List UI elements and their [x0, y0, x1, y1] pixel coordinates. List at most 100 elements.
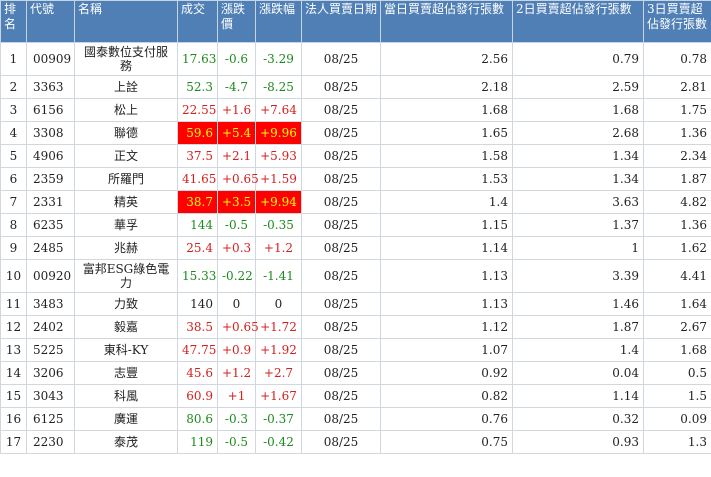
day1-ratio-cell: 1.13 [380, 292, 513, 316]
header-name[interactable]: 名稱 [74, 0, 178, 43]
percent-change-cell: +1.72 [255, 315, 302, 339]
day1-ratio-cell: 0.75 [380, 430, 513, 454]
percent-change-cell: -0.42 [255, 430, 302, 454]
table-row[interactable]: 8 6235 華孚 144 -0.5 -0.35 08/25 1.15 1.37 1.36 [0, 213, 711, 237]
day3-ratio-cell: 1.3 [643, 430, 711, 454]
rank-cell: 10 [0, 259, 27, 293]
date-cell: 08/25 [301, 144, 381, 168]
price-cell: 45.6 [177, 361, 218, 385]
date-cell: 08/25 [301, 384, 381, 408]
price-cell: 60.9 [177, 384, 218, 408]
table-row[interactable]: 5 4906 正文 37.5 +2.1 +5.93 08/25 1.58 1.34 2.34 [0, 144, 711, 168]
header-day2[interactable]: 2日買賣超佔發行張數 [512, 0, 644, 43]
day1-ratio-cell: 1.15 [380, 213, 513, 237]
table-row[interactable]: 6 2359 所羅門 41.65 +0.65 +1.59 08/25 1.53 1.34 1.87 [0, 167, 711, 191]
percent-change-cell: -8.25 [255, 75, 302, 99]
day1-ratio-cell: 0.92 [380, 361, 513, 385]
day1-ratio-cell: 0.82 [380, 384, 513, 408]
table-row[interactable]: 1 00909 國泰數位支付服務 17.63 -0.6 -3.29 08/25 2.56 0.7… [0, 42, 711, 76]
stock-name-link[interactable]: 松上 [74, 98, 178, 122]
stock-code-cell: 3043 [26, 384, 75, 408]
stock-name-link[interactable]: 東科-KY [74, 338, 178, 362]
day2-ratio-cell: 1.68 [512, 98, 644, 122]
rank-cell: 8 [0, 213, 27, 237]
stock-code-cell: 4906 [26, 144, 75, 168]
date-cell: 08/25 [301, 236, 381, 260]
header-day3[interactable]: 3日買賣超佔發行張數 [643, 0, 711, 43]
stock-name-link[interactable]: 華孚 [74, 213, 178, 237]
day3-ratio-cell: 1.64 [643, 292, 711, 316]
table-row[interactable]: 9 2485 兆赫 25.4 +0.3 +1.2 08/25 1.14 1 1.62 [0, 236, 711, 260]
day1-ratio-cell: 1.58 [380, 144, 513, 168]
table-row[interactable]: 13 5225 東科-KY 47.75 +0.9 +1.92 08/25 1.07 1.4 1.6… [0, 338, 711, 362]
stock-name-link[interactable]: 廣運 [74, 407, 178, 431]
day1-ratio-cell: 1.14 [380, 236, 513, 260]
ranking-table: 排名 代號 名稱 成交 漲跌價 漲跌幅 法人買賣日期 當日買賣超佔發行張數 2日… [0, 0, 711, 454]
header-change[interactable]: 漲跌價 [217, 0, 256, 43]
stock-code-cell: 6156 [26, 98, 75, 122]
rank-cell: 16 [0, 407, 27, 431]
header-pct[interactable]: 漲跌幅 [255, 0, 302, 43]
stock-name-link[interactable]: 國泰數位支付服務 [74, 42, 178, 76]
day2-ratio-cell: 0.32 [512, 407, 644, 431]
table-row[interactable]: 14 3206 志豐 45.6 +1.2 +2.7 08/25 0.92 0.04 0.5 [0, 361, 711, 385]
stock-name-link[interactable]: 聯德 [74, 121, 178, 145]
stock-name-link[interactable]: 力致 [74, 292, 178, 316]
stock-code-cell: 2331 [26, 190, 75, 214]
table-row[interactable]: 3 6156 松上 22.55 +1.6 +7.64 08/25 1.68 1.68 1.75 [0, 98, 711, 122]
table-row[interactable]: 12 2402 毅嘉 38.5 +0.65 +1.72 08/25 1.12 1.87 2.67 [0, 315, 711, 339]
stock-name-link[interactable]: 毅嘉 [74, 315, 178, 339]
percent-change-cell: +9.96 [255, 121, 302, 145]
day3-ratio-cell: 0.5 [643, 361, 711, 385]
percent-change-cell: +1.59 [255, 167, 302, 191]
stock-name-link[interactable]: 富邦ESG綠色電力 [74, 259, 178, 293]
header-rank[interactable]: 排名 [0, 0, 27, 43]
rank-cell: 2 [0, 75, 27, 99]
day2-ratio-cell: 3.39 [512, 259, 644, 293]
price-cell: 25.4 [177, 236, 218, 260]
stock-code-cell: 3483 [26, 292, 75, 316]
rank-cell: 7 [0, 190, 27, 214]
rank-cell: 9 [0, 236, 27, 260]
date-cell: 08/25 [301, 292, 381, 316]
table-row[interactable]: 11 3483 力致 140 0 0 08/25 1.13 1.46 1.64 [0, 292, 711, 316]
percent-change-cell: -0.35 [255, 213, 302, 237]
table-row[interactable]: 17 2230 泰茂 119 -0.5 -0.42 08/25 0.75 0.93 1.3 [0, 430, 711, 454]
stock-name-link[interactable]: 所羅門 [74, 167, 178, 191]
price-cell: 38.5 [177, 315, 218, 339]
day3-ratio-cell: 1.36 [643, 121, 711, 145]
table-row[interactable]: 7 2331 精英 38.7 +3.5 +9.94 08/25 1.4 3.63 4.82 [0, 190, 711, 214]
stock-name-link[interactable]: 上詮 [74, 75, 178, 99]
price-cell: 37.5 [177, 144, 218, 168]
table-row[interactable]: 10 00920 富邦ESG綠色電力 15.33 -0.22 -1.41 08/25 1.13… [0, 259, 711, 293]
day2-ratio-cell: 0.79 [512, 42, 644, 76]
header-day1[interactable]: 當日買賣超佔發行張數 [380, 0, 513, 43]
stock-name-link[interactable]: 正文 [74, 144, 178, 168]
stock-name-link[interactable]: 科風 [74, 384, 178, 408]
stock-name-link[interactable]: 精英 [74, 190, 178, 214]
table-row[interactable]: 2 3363 上詮 52.3 -4.7 -8.25 08/25 2.18 2.59 2.81 [0, 75, 711, 99]
stock-name-link[interactable]: 兆赫 [74, 236, 178, 260]
percent-change-cell: +2.7 [255, 361, 302, 385]
rank-cell: 1 [0, 42, 27, 76]
price-cell: 144 [177, 213, 218, 237]
stock-code-cell: 6125 [26, 407, 75, 431]
day1-ratio-cell: 1.65 [380, 121, 513, 145]
day1-ratio-cell: 0.76 [380, 407, 513, 431]
percent-change-cell: +5.93 [255, 144, 302, 168]
table-row[interactable]: 16 6125 廣運 80.6 -0.3 -0.37 08/25 0.76 0.32 0.09 [0, 407, 711, 431]
change-cell: 0 [217, 292, 256, 316]
change-cell: +0.65 [217, 315, 259, 339]
table-row[interactable]: 4 3308 聯德 59.6 +5.4 +9.96 08/25 1.65 2.68 1.36 [0, 121, 711, 145]
table-row[interactable]: 15 3043 科風 60.9 +1 +1.67 08/25 0.82 1.14 1.5 [0, 384, 711, 408]
header-date[interactable]: 法人買賣日期 [301, 0, 381, 43]
stock-code-cell: 2485 [26, 236, 75, 260]
stock-name-link[interactable]: 泰茂 [74, 430, 178, 454]
day1-ratio-cell: 1.68 [380, 98, 513, 122]
rank-cell: 13 [0, 338, 27, 362]
date-cell: 08/25 [301, 361, 381, 385]
header-price[interactable]: 成交 [177, 0, 218, 43]
rank-cell: 14 [0, 361, 27, 385]
stock-name-link[interactable]: 志豐 [74, 361, 178, 385]
header-code[interactable]: 代號 [26, 0, 75, 43]
